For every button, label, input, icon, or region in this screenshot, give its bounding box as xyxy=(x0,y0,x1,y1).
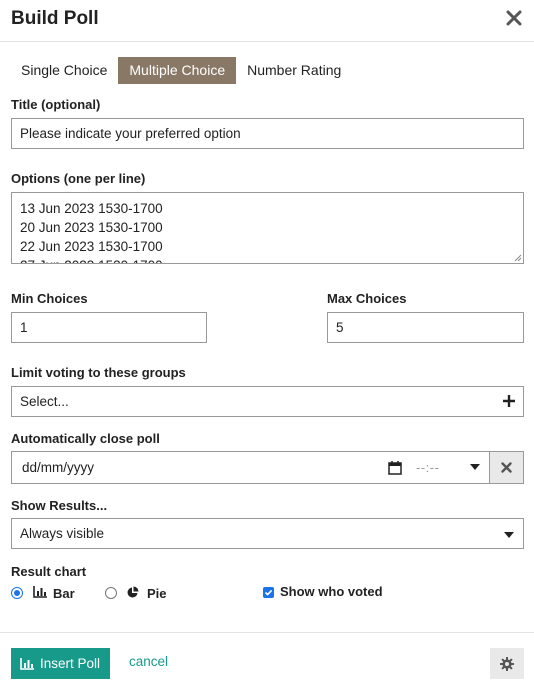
min-choices-input[interactable]: 1 xyxy=(11,312,207,343)
chevron-down-icon[interactable] xyxy=(470,464,480,470)
option-line: 20 Jun 2023 1530-1700 xyxy=(20,220,163,235)
bar-option-label: Bar xyxy=(53,586,75,601)
pie-option-label: Pie xyxy=(147,586,167,601)
insert-poll-button[interactable]: Insert Poll xyxy=(11,648,110,679)
show-results-value: Always visible xyxy=(20,526,105,541)
bar-chart-icon xyxy=(33,586,47,598)
insert-poll-label: Insert Poll xyxy=(40,656,101,671)
clear-date-button[interactable] xyxy=(489,452,523,483)
time-input[interactable]: --:-- xyxy=(416,452,439,483)
options-label: Options (one per line) xyxy=(11,171,146,186)
bar-chart-radio[interactable] xyxy=(11,587,23,599)
close-icon[interactable] xyxy=(506,9,522,27)
min-choices-label: Min Choices xyxy=(11,291,88,306)
groups-select[interactable]: Select... xyxy=(11,386,524,417)
modal-footer: Insert Poll cancel xyxy=(0,632,534,689)
max-choices-input[interactable]: 5 xyxy=(327,312,524,343)
chevron-down-icon xyxy=(504,532,514,538)
modal-header: Build Poll xyxy=(0,0,534,42)
option-line: 27 Jun 2023 1530-1700 xyxy=(20,256,515,263)
result-chart-label: Result chart xyxy=(11,564,87,579)
settings-button[interactable] xyxy=(490,648,524,679)
pie-chart-radio[interactable] xyxy=(105,587,117,599)
title-input[interactable]: Please indicate your preferred option xyxy=(11,118,524,149)
max-choices-label: Max Choices xyxy=(327,291,407,306)
resize-handle-icon[interactable] xyxy=(514,254,522,262)
calendar-icon[interactable] xyxy=(388,460,402,475)
option-line: 13 Jun 2023 1530-1700 xyxy=(20,201,163,216)
close-poll-label: Automatically close poll xyxy=(11,431,160,446)
option-line: 22 Jun 2023 1530-1700 xyxy=(20,239,163,254)
show-results-select[interactable]: Always visible xyxy=(11,518,524,549)
close-icon xyxy=(501,462,512,473)
bar-chart-icon xyxy=(20,658,34,670)
tab-multiple-choice[interactable]: Multiple Choice xyxy=(118,57,237,84)
plus-icon[interactable] xyxy=(502,394,516,408)
pie-chart-icon xyxy=(127,586,139,598)
modal-title: Build Poll xyxy=(11,8,99,29)
show-voters-label: Show who voted xyxy=(280,584,383,599)
groups-label: Limit voting to these groups xyxy=(11,365,186,380)
tab-number-rating[interactable]: Number Rating xyxy=(236,57,352,84)
date-input[interactable]: dd/mm/yyyy xyxy=(22,452,94,483)
close-poll-datetime: dd/mm/yyyy --:-- xyxy=(11,451,524,484)
groups-placeholder: Select... xyxy=(20,394,69,409)
show-voters-checkbox[interactable] xyxy=(263,587,274,598)
tab-single-choice[interactable]: Single Choice xyxy=(10,57,118,84)
title-label: Title (optional) xyxy=(11,97,101,112)
options-textarea[interactable]: 13 Jun 2023 1530-1700 20 Jun 2023 1530-1… xyxy=(11,192,524,264)
poll-type-tabs: Single Choice Multiple Choice Number Rat… xyxy=(10,57,352,84)
show-results-label: Show Results... xyxy=(11,498,108,513)
cancel-link[interactable]: cancel xyxy=(129,654,168,669)
gear-icon xyxy=(500,657,514,671)
